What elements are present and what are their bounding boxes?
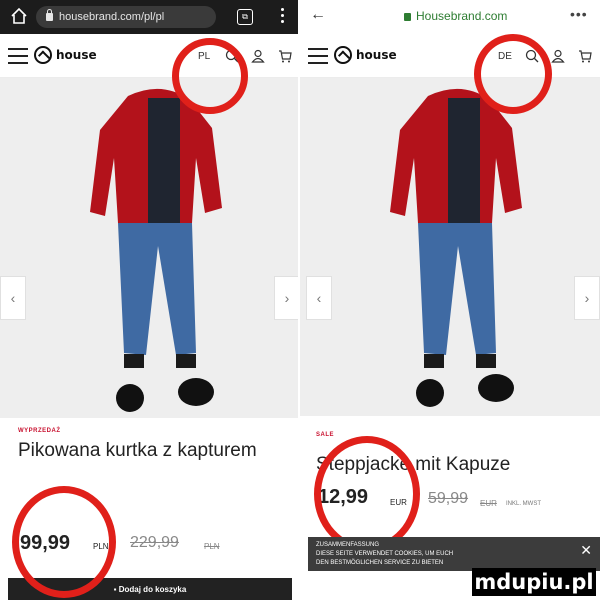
more-menu-icon[interactable]: ••• <box>570 6 588 22</box>
highlight-circle <box>12 486 116 598</box>
old-price: 59,99 <box>428 490 469 507</box>
highlight-circle <box>172 38 248 114</box>
user-icon[interactable] <box>551 49 565 63</box>
housebrand-logo[interactable]: house <box>334 46 397 64</box>
sale-badge: WYPRZEDAŻ <box>18 428 61 434</box>
cookie-text-line: DIESE SEITE VERWENDET COOKIES, UM EUCH <box>316 551 454 557</box>
cookie-heading: ZUSAMMENFASSUNG <box>316 542 380 548</box>
watermark: mdupiu.pl <box>472 568 596 596</box>
address-bar[interactable]: housebrand.com/pl/pl <box>36 6 216 28</box>
address-bar[interactable]: Housebrand.com <box>404 9 507 23</box>
sale-badge: SALE <box>316 432 335 438</box>
cart-icon[interactable] <box>278 49 292 63</box>
panel-pl: housebrand.com/pl/pl ⧉ house PL ‹ › WYPR… <box>0 0 300 600</box>
panel-de: ← Housebrand.com ••• house DE ‹ › SALE S… <box>300 0 600 600</box>
site-header: house DE <box>300 34 600 78</box>
model-illustration <box>0 78 298 418</box>
product-title: Pikowana kurtka z kapturem <box>18 440 257 461</box>
browser-toolbar: ← Housebrand.com ••• <box>300 0 600 34</box>
old-currency: PLN <box>204 542 220 551</box>
lock-icon <box>404 13 411 21</box>
housebrand-logo[interactable]: house <box>34 46 97 64</box>
highlight-circle <box>474 34 552 114</box>
model-illustration <box>300 78 600 416</box>
hamburger-menu-icon[interactable] <box>308 48 328 64</box>
browser-toolbar: housebrand.com/pl/pl ⧉ <box>0 0 298 34</box>
kebab-menu-icon[interactable] <box>280 8 284 26</box>
vat-note: INKL. MWST <box>506 501 542 507</box>
cart-icon[interactable] <box>578 49 592 63</box>
home-icon[interactable] <box>10 7 28 25</box>
site-header: house PL <box>0 34 298 78</box>
next-image-arrow-icon[interactable]: › <box>274 276 298 320</box>
cookie-banner: ZUSAMMENFASSUNG DIESE SEITE VERWENDET CO… <box>308 537 600 571</box>
old-price: 229,99 <box>130 534 179 551</box>
address-text: Housebrand.com <box>416 9 508 23</box>
prev-image-arrow-icon[interactable]: ‹ <box>306 276 332 320</box>
close-icon[interactable]: ✕ <box>580 543 592 557</box>
old-currency: EUR <box>480 499 497 508</box>
back-arrow-icon[interactable]: ← <box>310 6 326 24</box>
tabs-button[interactable]: ⧉ <box>237 9 253 25</box>
highlight-circle <box>314 436 420 552</box>
add-to-cart-label: Dodaj do koszyka <box>118 585 187 594</box>
user-icon[interactable] <box>251 49 265 63</box>
lock-icon <box>46 9 53 21</box>
product-photo[interactable]: ‹ › <box>0 78 298 418</box>
cookie-text-line: DEN BESTMÖGLICHEN SERVICE ZU BIETEN <box>316 560 444 566</box>
product-photo[interactable]: ‹ › <box>300 78 600 416</box>
next-image-arrow-icon[interactable]: › <box>574 276 600 320</box>
address-text: housebrand.com/pl/pl <box>59 11 165 23</box>
prev-image-arrow-icon[interactable]: ‹ <box>0 276 26 320</box>
hamburger-menu-icon[interactable] <box>8 48 28 64</box>
